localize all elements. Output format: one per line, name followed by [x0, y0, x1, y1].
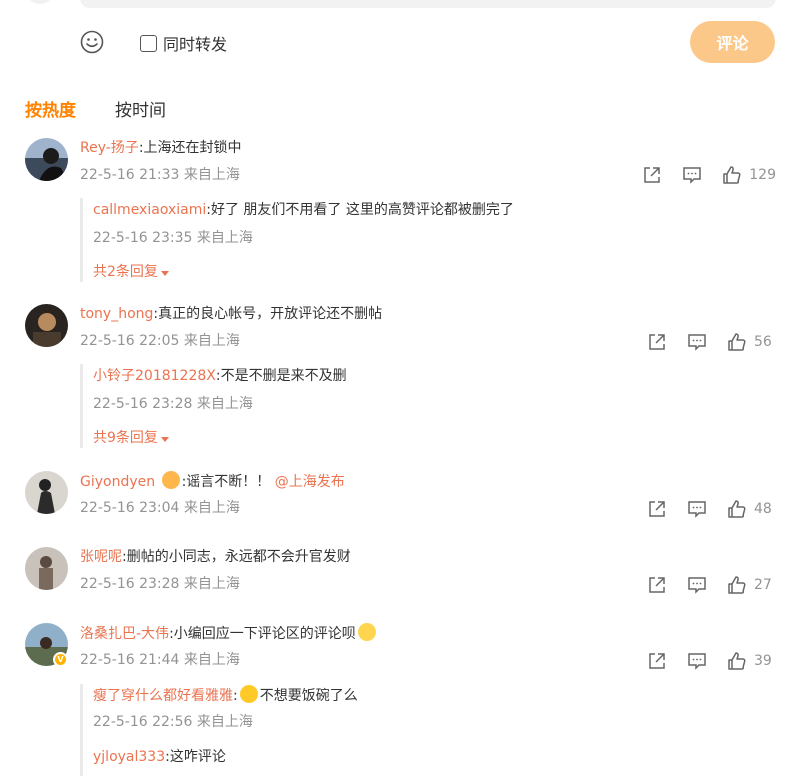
reply-icon[interactable] — [687, 575, 707, 595]
current-user-avatar — [26, 0, 54, 4]
share-icon[interactable] — [647, 575, 667, 595]
comment-meta: 22-5-16 22:05 来自上海 — [80, 333, 240, 349]
reply-text: 小铃子20181228X:不是不删是来不及删 — [93, 366, 347, 386]
comment-body: :删帖的小同志，永远都不会升官发财 — [122, 549, 351, 565]
reply-thread-bar — [80, 684, 83, 776]
comment-body: :小编回应一下评论区的评论呗 — [169, 626, 356, 642]
reply-body: :不是不删是来不及删 — [215, 368, 347, 384]
reply-body: :这咋评论 — [165, 749, 226, 765]
tab-sort-time[interactable]: 按时间 — [115, 96, 166, 121]
reply-body: 不想要饭碗了么 — [259, 688, 358, 704]
username-link[interactable]: Rey-扬子 — [80, 140, 139, 156]
comment-actions: 27 — [627, 575, 776, 595]
username-link[interactable]: 洛桑扎巴-大伟 — [80, 626, 169, 642]
more-replies-label: 共2条回复 — [93, 264, 158, 280]
reply-thread-bar — [80, 364, 83, 448]
reply-text: callmexiaoxiami:好了 朋友们不用看了 这里的高赞评论都被删完了 — [93, 200, 514, 220]
comment-text: tony_hong:真正的良心帐号，开放评论还不删帖 — [80, 304, 382, 324]
like-icon[interactable] — [727, 575, 747, 595]
reply-username-link[interactable]: 瘦了穿什么都好看雅雅 — [93, 688, 233, 704]
reply-icon[interactable] — [687, 332, 707, 352]
comment-actions: 48 — [627, 499, 776, 519]
reply-text: yjloyal333:这咋评论 — [93, 747, 226, 767]
comment-actions: 56 — [627, 332, 776, 352]
comment-body: :真正的良心帐号，开放评论还不删帖 — [153, 306, 383, 322]
like-count: 48 — [754, 501, 772, 517]
reply-username-link[interactable]: 小铃子20181228X — [93, 368, 216, 384]
share-icon[interactable] — [642, 165, 662, 185]
repost-checkbox[interactable] — [140, 34, 157, 52]
like-count: 129 — [749, 167, 776, 183]
comment-text: Rey-扬子:上海还在封锁中 — [80, 138, 242, 158]
comment-meta: 22-5-16 21:33 来自上海 — [80, 167, 240, 183]
like-count: 27 — [754, 577, 772, 593]
angry-face-emoji-icon — [161, 471, 180, 489]
like-icon[interactable] — [727, 332, 747, 352]
comment-text: 洛桑扎巴-大伟:小编回应一下评论区的评论呗 — [80, 623, 378, 644]
reply-username-link[interactable]: yjloyal333 — [93, 749, 165, 765]
caret-down-icon — [160, 436, 169, 442]
comment-meta: 22-5-16 23:28 来自上海 — [80, 576, 240, 592]
repost-option[interactable]: 同时转发 — [140, 31, 227, 55]
reply-thread-bar — [80, 198, 83, 282]
emoji-icon[interactable] — [80, 30, 104, 54]
tab-sort-hot[interactable]: 按热度 — [25, 96, 76, 121]
comment-body: :谣言不断！！ — [181, 474, 271, 490]
verified-badge-icon: V — [53, 652, 68, 667]
username-link[interactable]: 张呢呢 — [80, 549, 122, 565]
like-icon[interactable] — [722, 165, 742, 185]
caret-down-icon — [160, 270, 169, 276]
comment-actions: 39 — [627, 651, 776, 671]
share-icon[interactable] — [647, 651, 667, 671]
username-link[interactable]: tony_hong — [80, 306, 153, 322]
reply-username-link[interactable]: callmexiaoxiami — [93, 202, 206, 218]
like-count: 56 — [754, 334, 772, 350]
like-icon[interactable] — [727, 651, 747, 671]
reply-text: 瘦了穿什么都好看雅雅: 不想要饭碗了么 — [93, 685, 358, 706]
repost-label: 同时转发 — [163, 35, 228, 54]
show-more-replies-link[interactable]: 共9条回复 — [93, 428, 169, 448]
comment-text: 张呢呢:删帖的小同志，永远都不会升官发财 — [80, 547, 351, 567]
comment-input[interactable] — [80, 0, 776, 8]
comment-meta: 22-5-16 21:44 来自上海 — [80, 652, 240, 668]
avatar[interactable] — [25, 304, 68, 347]
avatar[interactable] — [25, 138, 68, 181]
like-count: 39 — [754, 653, 772, 669]
username-link[interactable]: Giyondyen — [80, 474, 155, 490]
share-icon[interactable] — [647, 332, 667, 352]
show-more-replies-link[interactable]: 共2条回复 — [93, 262, 169, 282]
reply-icon[interactable] — [687, 651, 707, 671]
like-icon[interactable] — [727, 499, 747, 519]
share-icon[interactable] — [647, 499, 667, 519]
comment-body: :上海还在封锁中 — [138, 140, 242, 156]
avatar[interactable] — [25, 547, 68, 590]
mention-link[interactable]: @上海发布 — [275, 474, 345, 490]
laughing-face-emoji-icon — [239, 685, 258, 703]
comment-meta: 22-5-16 23:04 来自上海 — [80, 500, 240, 516]
more-replies-label: 共9条回复 — [93, 430, 158, 446]
comment-actions: 129 — [622, 165, 776, 185]
reply-meta: 22-5-16 23:35 来自上海 — [93, 230, 253, 246]
reply-icon[interactable] — [687, 499, 707, 519]
reply-icon[interactable] — [682, 165, 702, 185]
thinking-face-emoji-icon — [357, 623, 376, 641]
submit-comment-button[interactable]: 评论 — [690, 21, 775, 63]
reply-body: :好了 朋友们不用看了 这里的高赞评论都被删完了 — [206, 202, 514, 218]
avatar[interactable] — [25, 471, 68, 514]
comment-panel: 同时转发 评论 按热度 按时间 Rey-扬子:上海还在封锁中 22-5-16 2… — [0, 0, 797, 776]
reply-meta: 22-5-16 23:28 来自上海 — [93, 396, 253, 412]
reply-meta: 22-5-16 22:56 来自上海 — [93, 714, 253, 730]
comment-text: Giyondyen :谣言不断！！ @上海发布 — [80, 471, 345, 492]
